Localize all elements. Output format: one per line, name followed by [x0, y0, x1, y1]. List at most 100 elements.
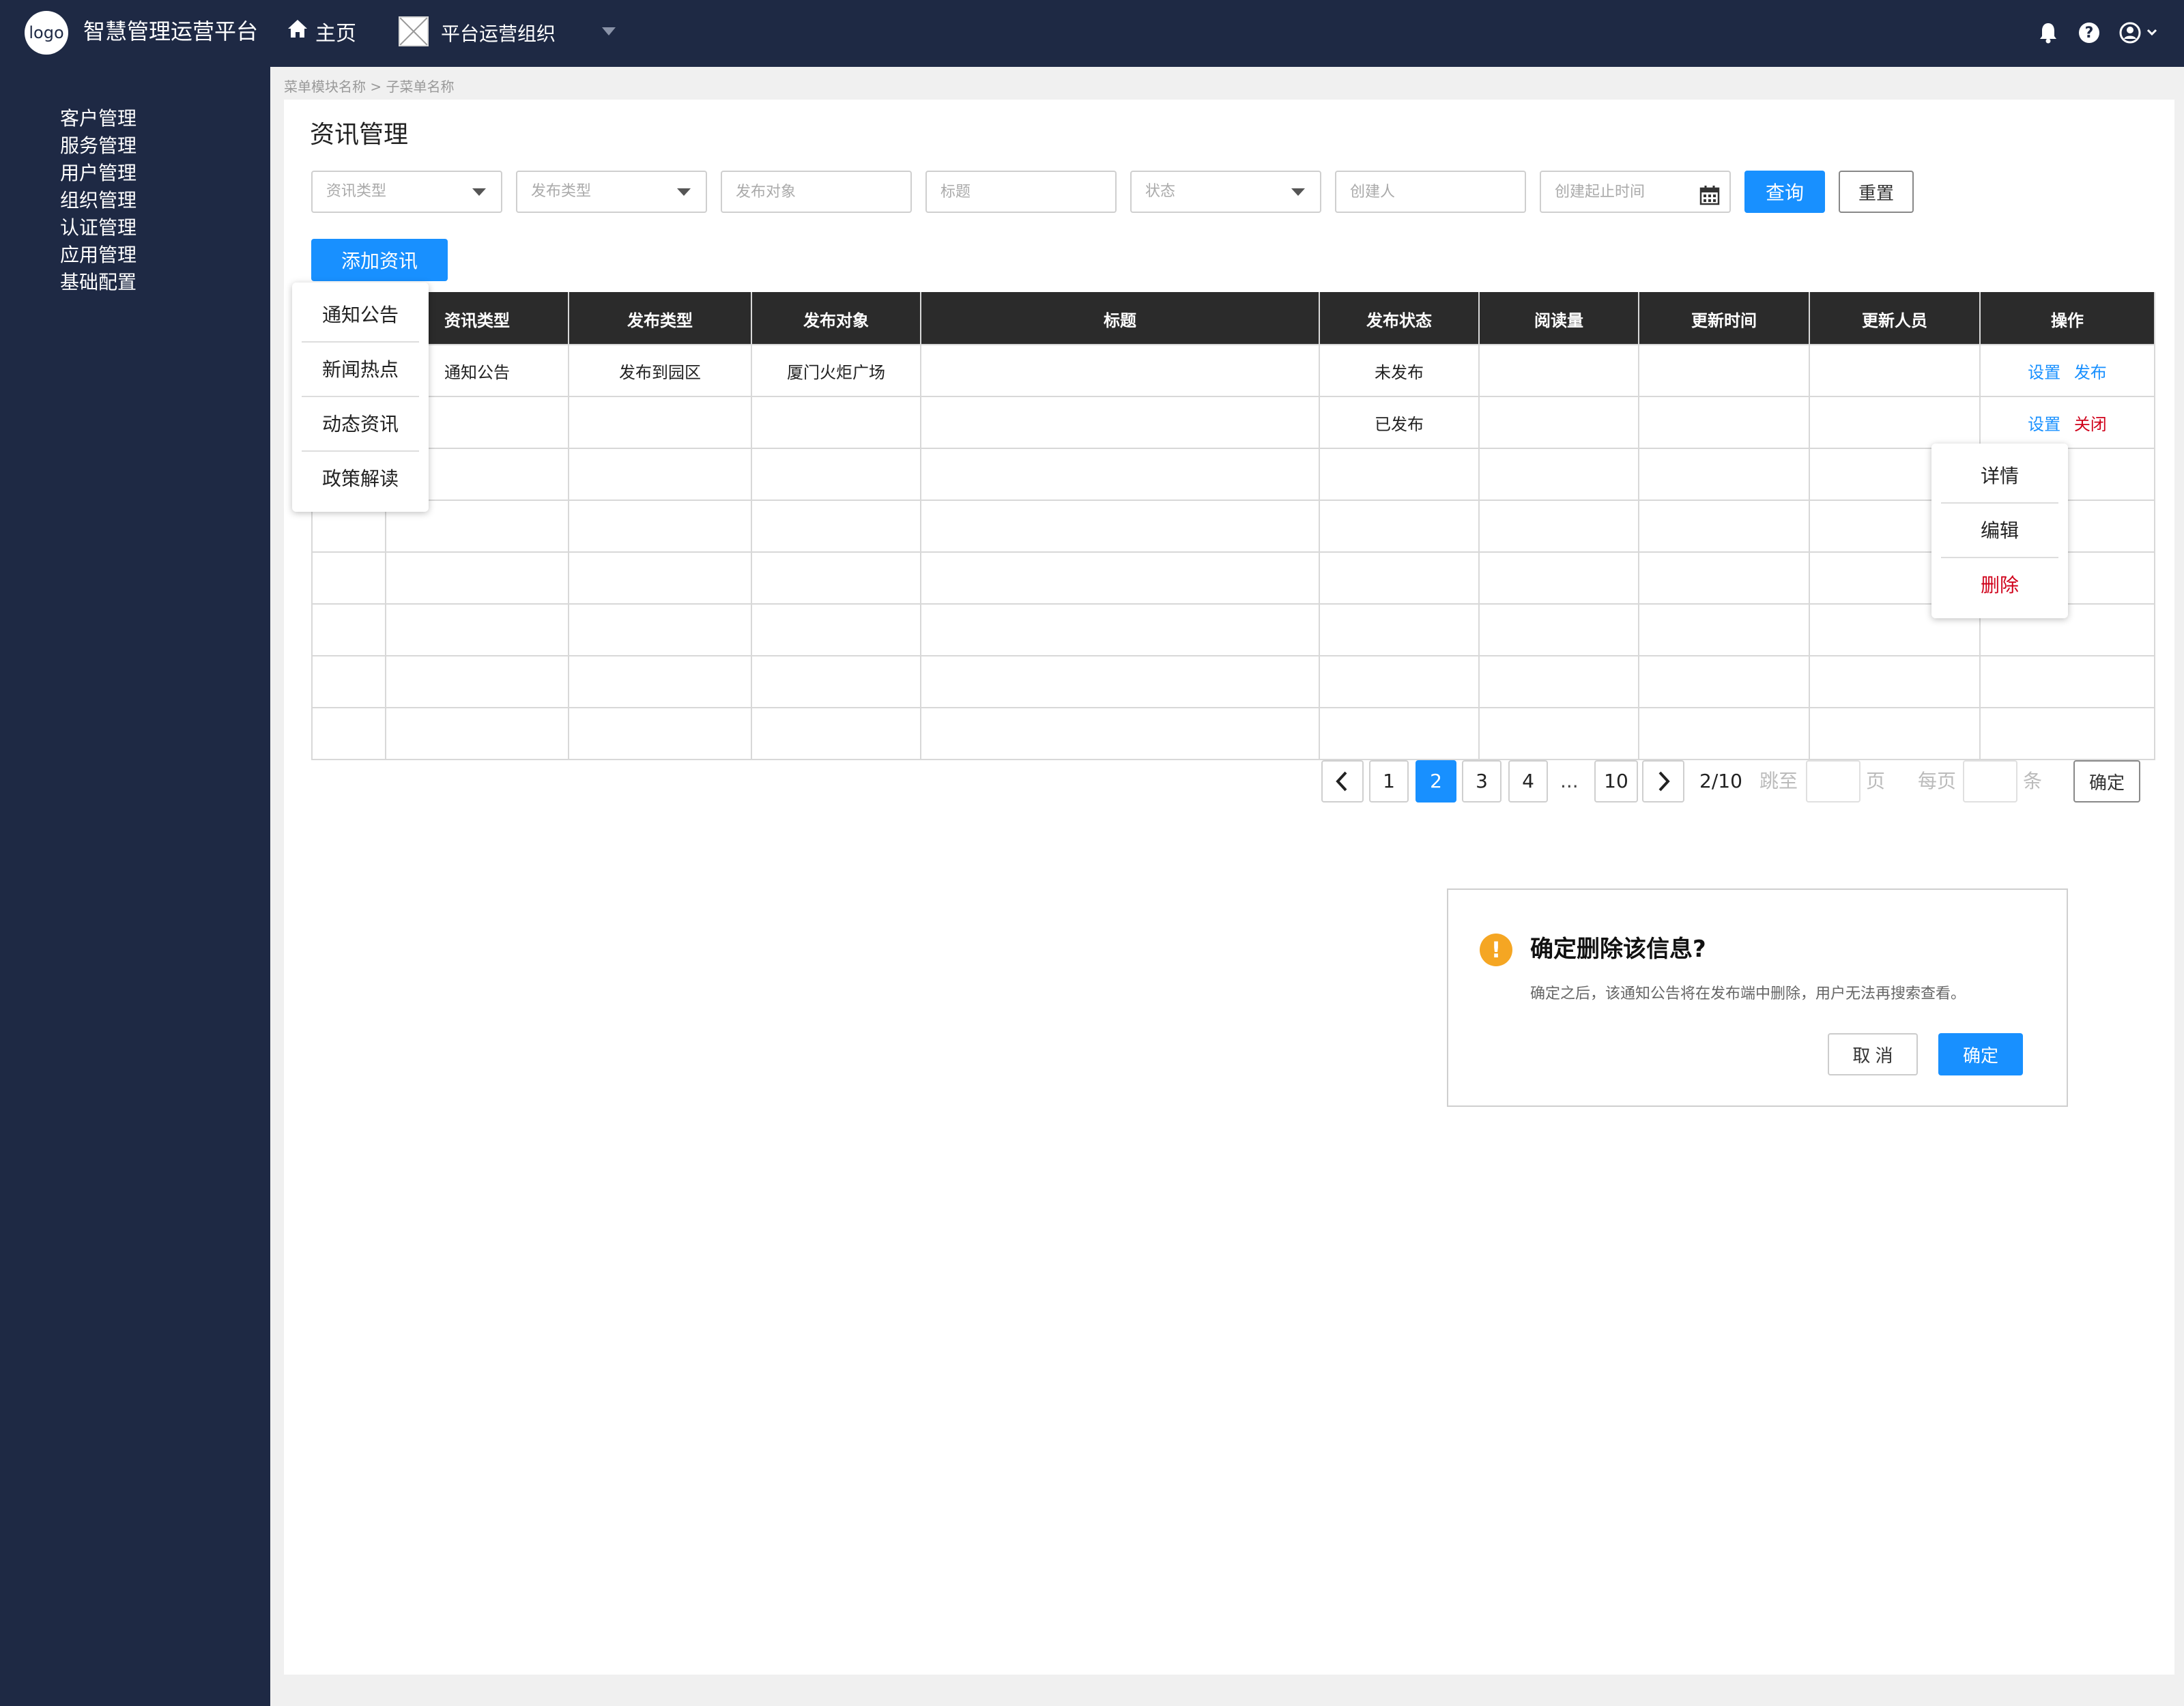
sidebar-item-customer[interactable]: 客户管理 — [60, 105, 136, 132]
dialog-cancel-button[interactable]: 取 消 — [1828, 1033, 1918, 1075]
publish-link[interactable]: 发布 — [2074, 363, 2107, 382]
query-button[interactable]: 查询 — [1744, 171, 1825, 213]
svg-text:?: ? — [2085, 25, 2094, 42]
news-type-select[interactable]: 资讯类型 — [311, 171, 502, 213]
page-summary: 2/10 — [1699, 770, 1742, 792]
org-image-placeholder-icon — [399, 16, 429, 46]
sidebar-item-certification[interactable]: 认证管理 — [60, 214, 136, 242]
dialog-title: 确定删除该信息? — [1530, 936, 1706, 963]
top-bar: logo 智慧管理运营平台 主页 平台运营组织 ? — [0, 0, 2184, 67]
delete-menu-item[interactable]: 删除 — [1941, 558, 2058, 613]
sidebar-item-organization[interactable]: 组织管理 — [60, 187, 136, 214]
calendar-icon[interactable] — [1699, 182, 1720, 221]
title-input[interactable] — [925, 171, 1117, 213]
app-title: 智慧管理运营平台 — [83, 18, 259, 44]
sidebar: 客户管理 服务管理 用户管理 组织管理 认证管理 应用管理 基础配置 — [0, 67, 270, 1706]
publish-target-input[interactable] — [721, 171, 912, 213]
table-header-row: 资讯类型 发布类型 发布对象 标题 发布状态 阅读量 更新时间 更新人员 操作 — [311, 292, 2155, 345]
column-header: 标题 — [920, 292, 1320, 345]
column-header: 操作 — [1979, 292, 2155, 345]
dropdown-item-policy[interactable]: 政策解读 — [302, 452, 419, 506]
page-unit-label: 页 — [1866, 770, 1886, 792]
home-label: 主页 — [315, 22, 356, 46]
per-page-input[interactable] — [1963, 760, 2017, 803]
settings-link[interactable]: 设置 — [2028, 363, 2060, 382]
chevron-down-icon[interactable] — [602, 27, 616, 35]
chevron-left-icon — [1336, 771, 1347, 792]
column-header: 更新时间 — [1638, 292, 1810, 345]
settings-link[interactable]: 设置 — [2028, 415, 2060, 434]
creator-input[interactable] — [1335, 171, 1526, 213]
delete-confirm-dialog: ! 确定删除该信息? 确定之后，该通知公告将在发布端中删除，用户无法再搜索查看。… — [1447, 888, 2068, 1107]
per-page-label: 每页 — [1918, 770, 1957, 792]
pagination-confirm-button[interactable]: 确定 — [2073, 760, 2140, 803]
next-page-button[interactable] — [1642, 760, 1684, 803]
status-select[interactable]: 状态 — [1130, 171, 1321, 213]
table-row — [311, 500, 2155, 553]
table-cell — [1809, 344, 1981, 397]
date-range-input[interactable] — [1540, 171, 1731, 213]
table-row — [311, 655, 2155, 708]
dropdown-item-notice[interactable]: 通知公告 — [302, 288, 419, 343]
page-button[interactable]: 1 — [1369, 760, 1409, 803]
table-row — [311, 551, 2155, 605]
home-icon — [287, 18, 308, 44]
publish-type-select[interactable]: 发布类型 — [516, 171, 707, 213]
table-row: 通知公告 发布到园区 厦门火炬广场 未发布 设置 发布 — [311, 344, 2155, 397]
bell-icon[interactable] — [2037, 20, 2060, 45]
sidebar-item-application[interactable]: 应用管理 — [60, 242, 136, 269]
dialog-confirm-button[interactable]: 确定 — [1938, 1033, 2023, 1075]
table-cell — [568, 396, 752, 449]
close-link[interactable]: 关闭 — [2074, 415, 2107, 434]
table-cell: 厦门火炬广场 — [751, 344, 921, 397]
publish-target-field[interactable] — [736, 172, 910, 212]
table-cell: 未发布 — [1319, 344, 1480, 397]
reset-button[interactable]: 重置 — [1839, 171, 1914, 213]
user-icon[interactable] — [2118, 20, 2159, 45]
table-cell: 已发布 — [1319, 396, 1480, 449]
table-row — [311, 707, 2155, 760]
page-title: 资讯管理 — [310, 121, 409, 149]
logo[interactable]: logo — [25, 11, 68, 55]
table-cell — [1638, 344, 1810, 397]
home-link[interactable]: 主页 — [287, 16, 356, 46]
dropdown-item-hot-news[interactable]: 新闻热点 — [302, 343, 419, 397]
jump-page-input[interactable] — [1806, 760, 1860, 803]
page-button[interactable]: 4 — [1508, 760, 1548, 803]
prev-page-button[interactable] — [1321, 760, 1364, 803]
actions-cell: 设置 关闭 — [1979, 396, 2155, 449]
date-range-field[interactable] — [1555, 172, 1698, 212]
jump-to-label: 跳至 — [1759, 770, 1798, 792]
table-cell — [1478, 344, 1639, 397]
org-switcher[interactable]: 平台运营组织 — [441, 19, 556, 49]
news-type-dropdown: 通知公告 新闻热点 动态资讯 政策解读 — [292, 283, 429, 512]
column-header: 发布状态 — [1319, 292, 1480, 345]
edit-menu-item[interactable]: 编辑 — [1941, 504, 2058, 558]
dialog-message: 确定之后，该通知公告将在发布端中删除，用户无法再搜索查看。 — [1530, 985, 1966, 1002]
table-cell — [1478, 396, 1639, 449]
breadcrumb: 菜单模块名称 > 子菜单名称 — [284, 78, 455, 95]
warning-icon: ! — [1480, 934, 1512, 966]
table-row: 已发布 设置 关闭 — [311, 396, 2155, 449]
sidebar-item-service[interactable]: 服务管理 — [60, 132, 136, 160]
column-header: 发布类型 — [568, 292, 752, 345]
table-cell: 发布到园区 — [568, 344, 752, 397]
table-cell — [920, 344, 1320, 397]
add-news-button[interactable]: 添加资讯 — [311, 239, 448, 281]
pagination-ellipsis: ... — [1560, 770, 1579, 792]
title-field[interactable] — [940, 172, 1115, 212]
detail-menu-item[interactable]: 详情 — [1941, 449, 2058, 504]
page-button[interactable]: 10 — [1594, 760, 1638, 803]
page-button-active[interactable]: 2 — [1416, 760, 1456, 803]
table-cell — [1809, 396, 1981, 449]
chevron-right-icon — [1658, 771, 1670, 792]
help-icon[interactable]: ? — [2078, 20, 2101, 45]
actions-cell: 设置 发布 — [1979, 344, 2155, 397]
page-button[interactable]: 3 — [1462, 760, 1502, 803]
creator-field[interactable] — [1350, 172, 1525, 212]
item-unit-label: 条 — [2023, 770, 2043, 792]
sidebar-item-base-config[interactable]: 基础配置 — [60, 269, 136, 296]
dropdown-item-dynamic[interactable]: 动态资讯 — [302, 397, 419, 452]
table-row — [311, 448, 2155, 501]
sidebar-item-user[interactable]: 用户管理 — [60, 160, 136, 187]
